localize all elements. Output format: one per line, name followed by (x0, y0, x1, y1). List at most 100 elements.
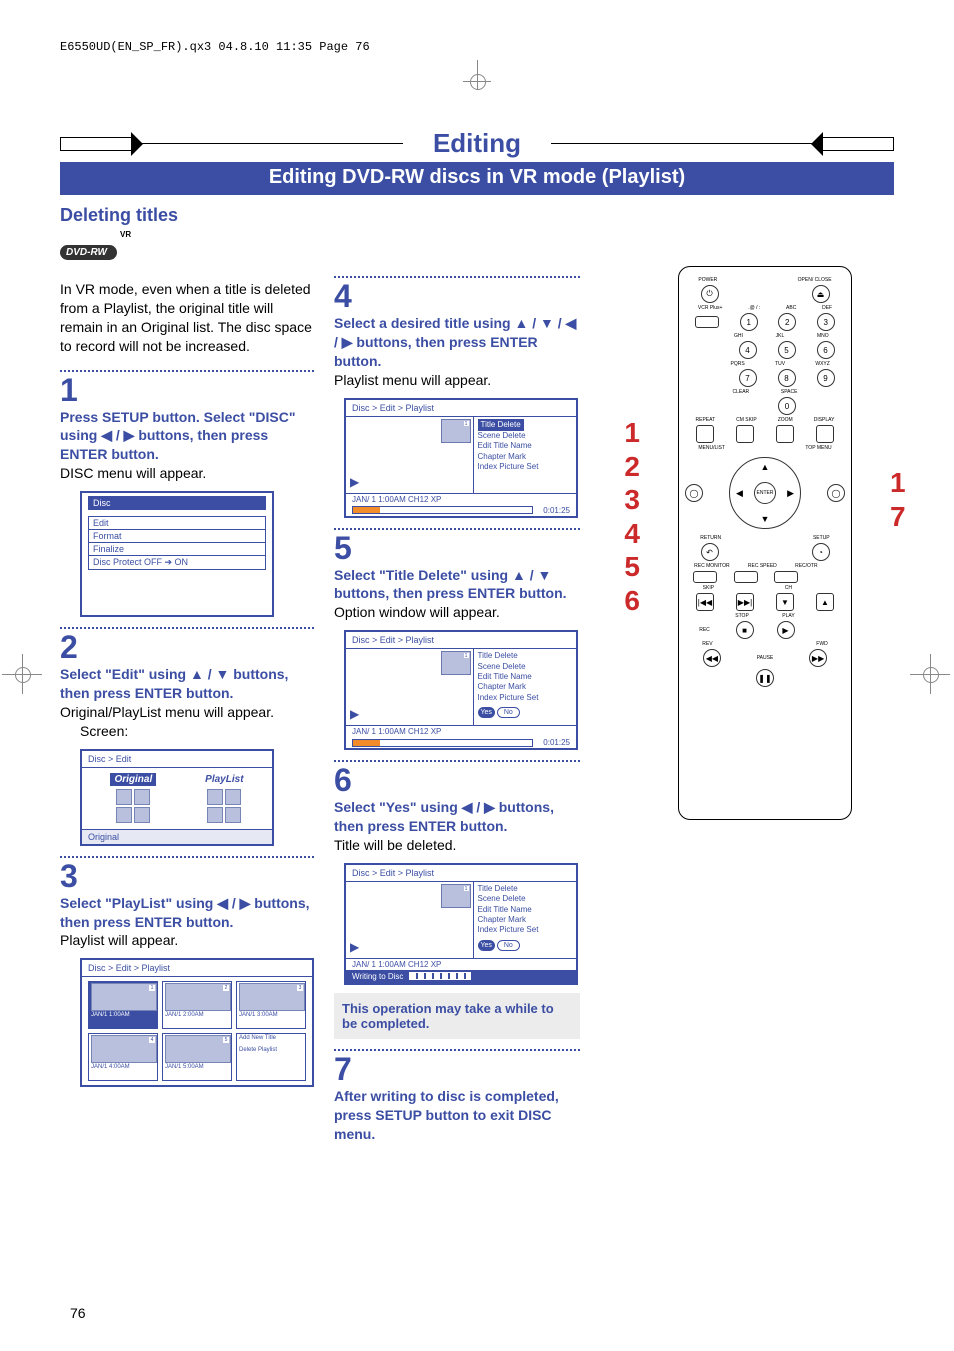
osd-item-finalize: Finalize (88, 542, 266, 556)
ch-up-icon: ▲ (816, 593, 834, 611)
yes-button: Yes (478, 707, 495, 718)
skip-prev-icon: |◀◀ (696, 593, 714, 611)
vr-label: VR (120, 230, 131, 239)
osd-item-format: Format (88, 529, 266, 543)
step-number-2: 2 (60, 631, 314, 663)
down-arrow-icon: ▼ (761, 514, 770, 524)
thumb-3: 3JAN/1 3:00AM (236, 981, 306, 1029)
up-arrow-icon: ▲ (761, 462, 770, 472)
separator (334, 760, 580, 762)
step-4-note: Playlist menu will appear. (334, 371, 580, 390)
osd-playlist-grid: Disc > Edit > Playlist 1JAN/1 1:00AM 2JA… (80, 958, 314, 1087)
recspeed-button-icon (734, 571, 758, 583)
eject-button-icon: ⏏ (812, 285, 830, 303)
separator (60, 856, 314, 858)
setup-button-icon: ◔ (812, 543, 830, 561)
step-2-note: Original/PlayList menu will appear. (60, 703, 314, 722)
progress-bar (352, 506, 533, 514)
osd-status-text: JAN/ 1 1:00AM CH12 XP (352, 495, 441, 504)
osd-item-edit: Edit (88, 516, 266, 530)
osd-breadcrumb: Disc > Edit > Playlist (346, 865, 576, 881)
step-4-instruction: Select a desired title using ▲ / ▼ / ◀ /… (334, 314, 580, 371)
right-arrow-icon: ▶ (787, 488, 794, 499)
osd-duration: 0:01:25 (543, 506, 570, 515)
osd-disc-menu: Disc Edit Format Finalize Disc Protect O… (80, 491, 274, 617)
step-5-note: Option window will appear. (334, 603, 580, 622)
writing-progress (409, 972, 471, 980)
osd-duration: 0:01:25 (543, 738, 570, 747)
num-9: 9 (817, 369, 835, 387)
ch-down-icon: ▼ (776, 593, 794, 611)
num-8: 8 (778, 369, 796, 387)
num-1: 1 (740, 313, 758, 331)
page-title: Editing (403, 128, 551, 159)
num-5: 5 (778, 341, 796, 359)
play-icon: ▶ (350, 707, 359, 721)
vr-badge-row: VR DVD-RW (60, 230, 894, 260)
page-title-bar: Editing (60, 128, 894, 158)
print-header: E6550UD(EN_SP_FR).qx3 04.8.10 11:35 Page… (60, 40, 894, 54)
osd-footer-label: Original (82, 829, 272, 844)
osd-playlist-edit-3: Disc > Edit > Playlist 1 ▶ Title Delete … (344, 863, 578, 985)
osd-breadcrumb: Disc > Edit > Playlist (82, 960, 312, 976)
step-number-3: 3 (60, 860, 314, 892)
fwd-button-icon: ▶▶ (809, 649, 827, 667)
step-2-instruction: Select "Edit" using ▲ / ▼ buttons, then … (60, 665, 314, 703)
num-4: 4 (739, 341, 757, 359)
yes-button: Yes (478, 940, 495, 951)
zoom-button-icon (776, 425, 794, 443)
separator (60, 627, 314, 629)
osd-edit-menu: Title Delete Scene Delete Edit Title Nam… (474, 649, 577, 725)
dvd-rw-badge: DVD-RW (60, 245, 117, 260)
power-button-icon: ⏻ (701, 285, 719, 303)
recmonitor-button-icon (693, 571, 717, 583)
thumb-5: 5JAN/1 5:00AM (162, 1033, 232, 1081)
step-number-6: 6 (334, 764, 580, 796)
osd-disc-edit: Disc > Edit Original PlayList Original (80, 749, 274, 846)
osd-breadcrumb: Disc > Edit > Playlist (346, 400, 576, 416)
writing-label: Writing to Disc (352, 972, 403, 981)
separator (334, 1049, 580, 1051)
thumb-actions: Add New Title Delete Playlist (236, 1033, 306, 1081)
callout-right: 1 7 (890, 266, 920, 533)
topmenu-button-icon: ◯ (827, 484, 845, 502)
callout-left: 1 2 3 4 5 6 (600, 266, 640, 618)
progress-bar (352, 739, 533, 747)
section-heading: Deleting titles (60, 205, 894, 226)
no-button: No (497, 707, 520, 718)
registration-mark-top (60, 64, 894, 88)
thumb-1: 1JAN/1 1:00AM (88, 981, 158, 1029)
osd-original-col: Original (110, 774, 156, 823)
step-number-4: 4 (334, 280, 580, 312)
osd-disc-title: Disc (88, 496, 266, 510)
return-button-icon: ↶ (701, 543, 719, 561)
step-number-7: 7 (334, 1053, 580, 1085)
intro-text: In VR mode, even when a title is deleted… (60, 280, 314, 356)
note-box: This operation may take a while to be co… (334, 993, 580, 1039)
num-6: 6 (817, 341, 835, 359)
play-icon: ▶ (350, 475, 359, 489)
display-button-icon (816, 425, 834, 443)
separator (334, 528, 580, 530)
stop-button-icon: ■ (736, 621, 754, 639)
step-6-note: Title will be deleted. (334, 836, 580, 855)
pause-button-icon: ❚❚ (756, 669, 774, 687)
step-7-instruction: After writing to disc is completed, pres… (334, 1087, 580, 1144)
osd-edit-menu: Title Delete Scene Delete Edit Title Nam… (474, 882, 577, 958)
recotr-button-icon (774, 571, 798, 583)
num-7: 7 (739, 369, 757, 387)
menulist-button-icon: ◯ (685, 484, 703, 502)
page-subtitle: Editing DVD-RW discs in VR mode (Playlis… (60, 162, 894, 195)
separator (334, 276, 580, 278)
osd-status-text: JAN/ 1 1:00AM CH12 XP (352, 727, 441, 736)
osd-playlist-col: PlayList (205, 774, 243, 823)
cmskip-button-icon (736, 425, 754, 443)
step-number-5: 5 (334, 532, 580, 564)
osd-playlist-edit-2: Disc > Edit > Playlist 1 ▶ Title Delete … (344, 630, 578, 750)
step-3-instruction: Select "PlayList" using ◀ / ▶ buttons, t… (60, 894, 314, 932)
repeat-button-icon (696, 425, 714, 443)
page-number: 76 (70, 1305, 86, 1321)
osd-breadcrumb: Disc > Edit (82, 751, 272, 767)
num-0: 0 (778, 397, 796, 415)
skip-next-icon: ▶▶| (736, 593, 754, 611)
